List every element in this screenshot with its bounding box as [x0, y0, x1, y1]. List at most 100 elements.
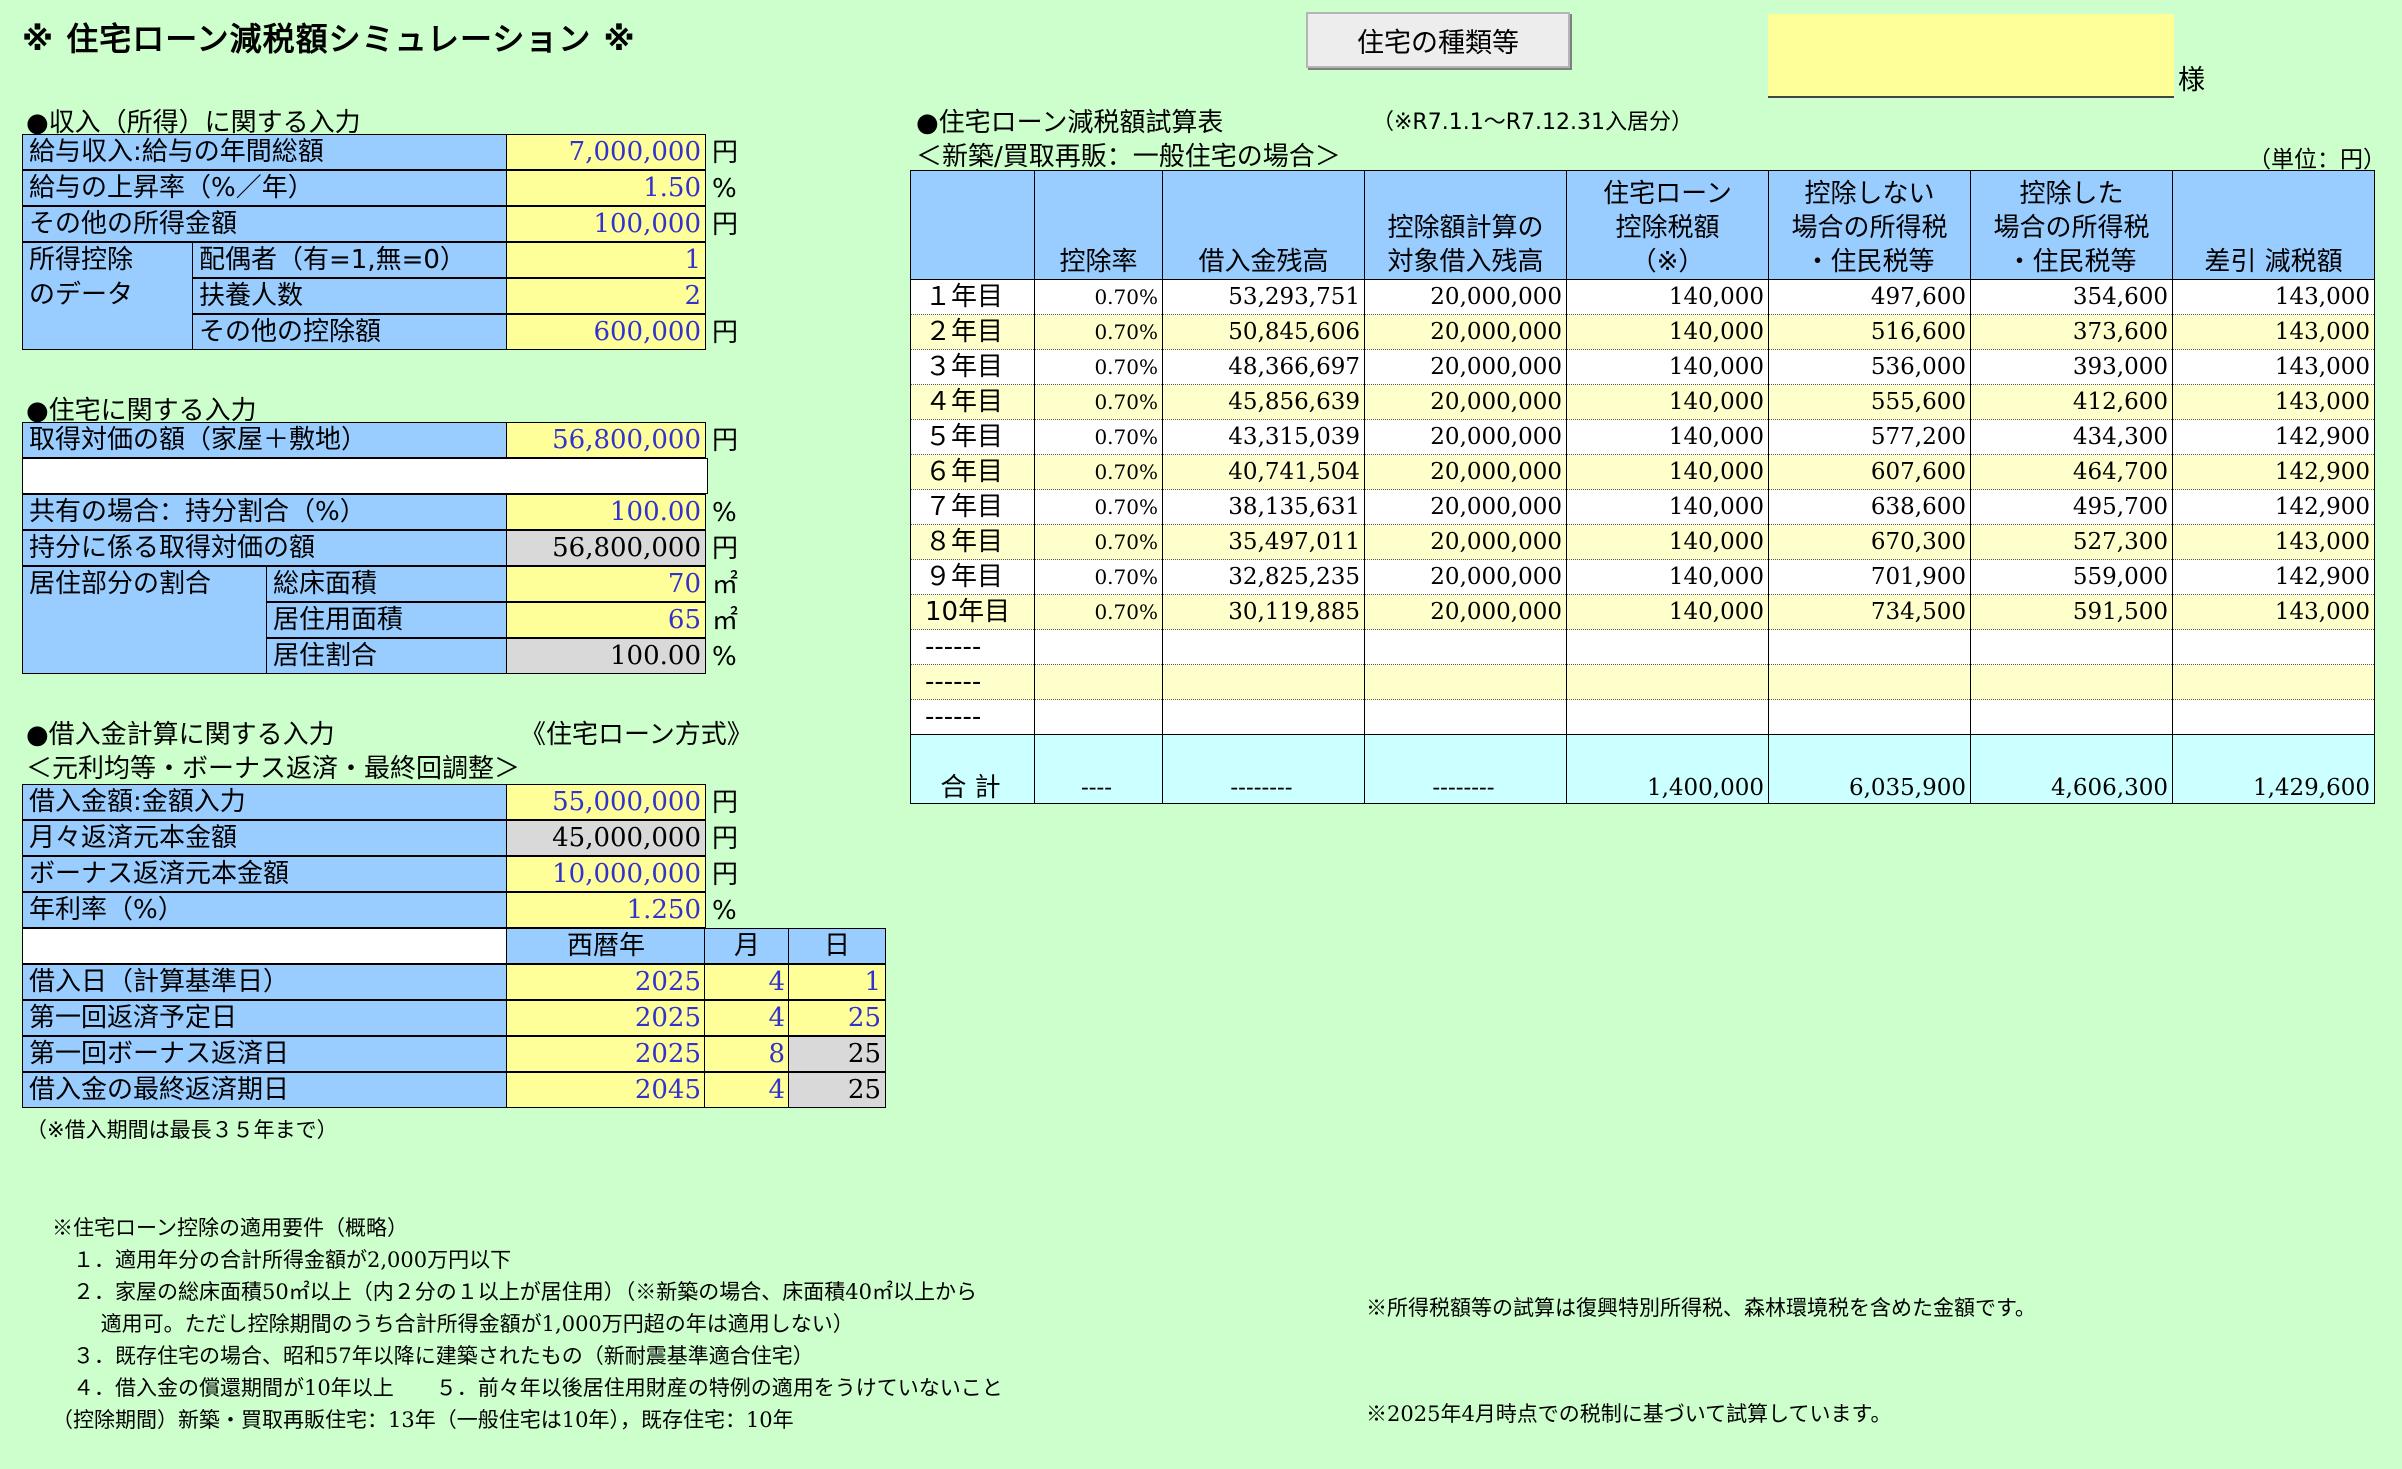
borrow-date-month[interactable]: 4 [704, 964, 790, 1000]
monthly-principal-value: 45,000,000 [506, 820, 706, 856]
first-payment-day[interactable]: 25 [788, 1000, 886, 1036]
regulation-note: ※2025年4月時点での税制に基づいて試算しています。 [1366, 1402, 1892, 1426]
loan-amount-input[interactable]: 55,000,000 [506, 784, 706, 820]
cell-tax-with: 434,300 [1970, 419, 2173, 455]
customer-name-field[interactable] [1768, 14, 2174, 98]
first-bonus-month[interactable]: 8 [704, 1036, 790, 1072]
results-row: ------ [910, 699, 2375, 735]
cell-year: ------ [910, 664, 1035, 700]
requirements-line: ２．家屋の総床面積50㎡以上（内２分の１以上が居住用）（※新築の場合、床面積40… [52, 1280, 977, 1304]
cell-tax-without [1768, 699, 1971, 735]
borrow-date-label: 借入日（計算基準日） [22, 964, 508, 1000]
dependents-label: 扶養人数 [192, 278, 508, 314]
dependents-input[interactable]: 2 [506, 278, 706, 314]
share-input[interactable]: 100.00 [506, 494, 706, 530]
date-header-blank [22, 928, 508, 964]
salary-growth-input[interactable]: 1.50 [506, 170, 706, 206]
living-area-input[interactable]: 65 [506, 602, 706, 638]
total-tax-without: 6,035,900 [1768, 734, 1971, 804]
loan-method: 《住宅ローン方式》 [520, 720, 753, 750]
date-header-month: 月 [704, 928, 790, 964]
requirements-line: （控除期間）新築・買取再販住宅：13年（一般住宅は10年），既存住宅：10年 [52, 1408, 794, 1432]
borrow-date-day[interactable]: 1 [788, 964, 886, 1000]
acquisition-label: 取得対価の額（家屋＋敷地） [22, 422, 508, 458]
cell-year: ６年目 [910, 454, 1035, 490]
acquisition-input[interactable]: 56,800,000 [506, 422, 706, 458]
cell-deduction: 140,000 [1566, 314, 1769, 350]
interest-rate-unit: % [712, 896, 737, 926]
first-payment-label: 第一回返済予定日 [22, 1000, 508, 1036]
other-income-label: その他の所得金額 [22, 206, 508, 242]
cell-tax-without: 497,600 [1768, 279, 1971, 315]
cell-tax-with: 495,700 [1970, 489, 2173, 525]
bonus-principal-unit: 円 [712, 860, 739, 890]
cell-balance [1162, 664, 1365, 700]
bonus-principal-input[interactable]: 10,000,000 [506, 856, 706, 892]
share-label: 共有の場合：持分割合（%） [22, 494, 508, 530]
residence-group-label: 居住部分の割合 [22, 566, 268, 674]
living-area-label: 居住用面積 [266, 602, 508, 638]
cell-tax-with: 354,600 [1970, 279, 2173, 315]
spouse-input[interactable]: 1 [506, 242, 706, 278]
total-tax-with: 4,606,300 [1970, 734, 2173, 804]
first-payment-month[interactable]: 4 [704, 1000, 790, 1036]
cell-target-balance: 20,000,000 [1364, 349, 1567, 385]
cell-target-balance: 20,000,000 [1364, 594, 1567, 630]
cell-tax-without: 516,600 [1768, 314, 1971, 350]
other-deduction-input[interactable]: 600,000 [506, 314, 706, 350]
cell-target-balance [1364, 699, 1567, 735]
cell-reduction: 143,000 [2172, 279, 2375, 315]
share-amount-label: 持分に係る取得対価の額 [22, 530, 508, 566]
header-tax-without: 控除しない 場合の所得税 ・住民税等 [1768, 170, 1971, 280]
salary-input[interactable]: 7,000,000 [506, 134, 706, 170]
cell-deduction [1566, 699, 1769, 735]
total-target-balance: -------- [1364, 734, 1567, 804]
date-header-year: 西暦年 [506, 928, 706, 964]
other-deduction-label: その他の控除額 [192, 314, 508, 350]
other-income-input[interactable]: 100,000 [506, 206, 706, 242]
cell-rate: 0.70% [1034, 314, 1163, 350]
header-year [910, 170, 1035, 280]
cell-tax-without: 670,300 [1768, 524, 1971, 560]
cell-target-balance: 20,000,000 [1364, 524, 1567, 560]
borrow-date-year[interactable]: 2025 [506, 964, 706, 1000]
cell-year: ９年目 [910, 559, 1035, 595]
cell-deduction: 140,000 [1566, 279, 1769, 315]
cell-target-balance [1364, 664, 1567, 700]
interest-rate-input[interactable]: 1.250 [506, 892, 706, 928]
cell-rate: 0.70% [1034, 559, 1163, 595]
first-payment-year[interactable]: 2025 [506, 1000, 706, 1036]
cell-reduction: 143,000 [2172, 384, 2375, 420]
cell-balance: 32,825,235 [1162, 559, 1365, 595]
cell-rate: 0.70% [1034, 454, 1163, 490]
cell-rate: 0.70% [1034, 384, 1163, 420]
loan-amount-unit: 円 [712, 788, 739, 818]
final-payment-year[interactable]: 2045 [506, 1072, 706, 1108]
first-bonus-year[interactable]: 2025 [506, 1036, 706, 1072]
blank-row [22, 458, 708, 494]
cell-reduction: 142,900 [2172, 489, 2375, 525]
cell-deduction: 140,000 [1566, 384, 1769, 420]
cell-balance: 53,293,751 [1162, 279, 1365, 315]
header-tax-with: 控除した 場合の所得税 ・住民税等 [1970, 170, 2173, 280]
cell-deduction: 140,000 [1566, 559, 1769, 595]
cell-year: ８年目 [910, 524, 1035, 560]
cell-deduction: 140,000 [1566, 524, 1769, 560]
house-type-button[interactable]: 住宅の種類等 [1306, 12, 1570, 68]
cell-rate: 0.70% [1034, 349, 1163, 385]
cell-tax-with: 591,500 [1970, 594, 2173, 630]
first-bonus-day: 25 [788, 1036, 886, 1072]
salary-unit: 円 [712, 138, 739, 168]
final-payment-day: 25 [788, 1072, 886, 1108]
floor-area-label: 総床面積 [266, 566, 508, 602]
cell-deduction: 140,000 [1566, 419, 1769, 455]
cell-deduction: 140,000 [1566, 349, 1769, 385]
results-row: ６年目 0.70% 40,741,504 20,000,000 140,000 607,6… [910, 454, 2375, 490]
cell-balance: 43,315,039 [1162, 419, 1365, 455]
final-payment-month[interactable]: 4 [704, 1072, 790, 1108]
cell-year: ５年目 [910, 419, 1035, 455]
cell-year: １年目 [910, 279, 1035, 315]
final-payment-label: 借入金の最終返済期日 [22, 1072, 508, 1108]
floor-area-input[interactable]: 70 [506, 566, 706, 602]
page-title: ※ 住宅ローン減税額シミュレーション ※ [22, 20, 636, 58]
